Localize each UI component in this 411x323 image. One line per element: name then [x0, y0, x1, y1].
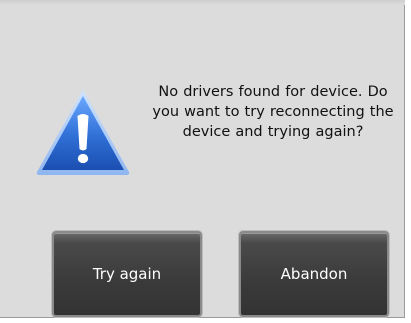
dialog-top-edge	[0, 0, 405, 5]
dialog-message: No drivers found for device. Do you want…	[152, 84, 394, 140]
abandon-button[interactable]: Abandon	[239, 231, 389, 317]
warning-icon	[36, 90, 130, 175]
warning-dialog: No drivers found for device. Do you want…	[0, 0, 405, 318]
try-again-label: Try again	[92, 265, 162, 283]
try-again-button[interactable]: Try again	[52, 231, 202, 317]
abandon-label: Abandon	[280, 265, 348, 283]
